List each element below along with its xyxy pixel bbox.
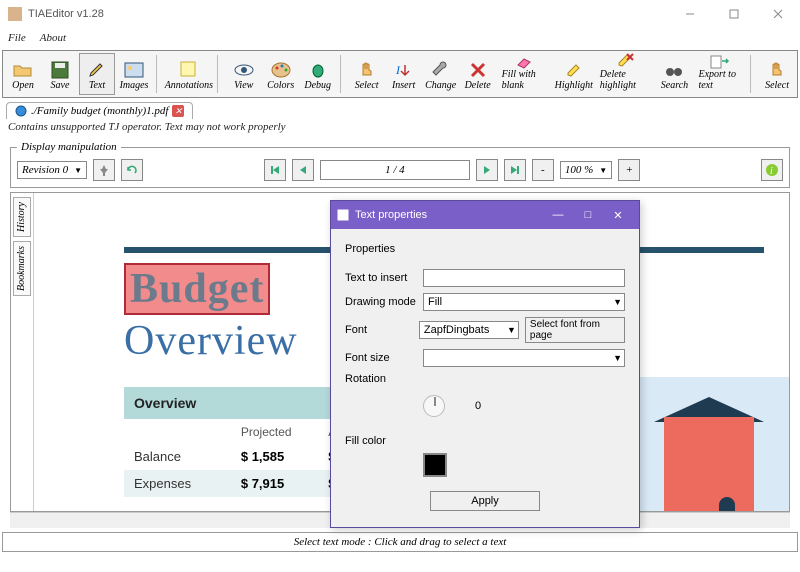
hand-icon bbox=[357, 60, 377, 80]
dialog-titlebar[interactable]: Text properties — □ ✕ bbox=[331, 201, 639, 229]
text-to-insert-label: Text to insert bbox=[345, 272, 423, 284]
eye-icon bbox=[234, 60, 254, 80]
select-font-from-page-button[interactable]: Select font from page bbox=[525, 317, 625, 343]
open-button[interactable]: Open bbox=[5, 53, 41, 95]
status-bar: Select text mode : Click and drag to sel… bbox=[2, 532, 798, 552]
export-icon bbox=[710, 53, 730, 69]
dialog-section-label: Properties bbox=[345, 243, 625, 255]
highlighted-text[interactable]: Budget bbox=[124, 263, 270, 315]
font-select[interactable]: ZapfDingbats▼ bbox=[419, 321, 519, 339]
side-tabs: History Bookmarks bbox=[11, 193, 33, 511]
save-button[interactable]: Save bbox=[42, 53, 78, 95]
dialog-close-button[interactable]: ✕ bbox=[603, 206, 633, 224]
menu-file[interactable]: File bbox=[8, 32, 26, 44]
bug-icon bbox=[308, 60, 328, 80]
next-page-button[interactable] bbox=[476, 159, 498, 181]
tab-label: ./Family budget (monthly)1.pdf bbox=[31, 105, 168, 117]
menubar: File About bbox=[0, 28, 800, 48]
eraser-icon bbox=[515, 55, 535, 69]
drawing-mode-select[interactable]: Fill▼ bbox=[423, 293, 625, 311]
svg-text:i: i bbox=[770, 166, 773, 177]
font-label: Font bbox=[345, 324, 419, 336]
svg-text:I: I bbox=[395, 63, 401, 77]
insert-button[interactable]: IInsert bbox=[386, 53, 422, 95]
window-titlebar: TIAEditor v1.28 bbox=[0, 0, 800, 28]
info-button[interactable]: i bbox=[761, 159, 783, 181]
image-icon bbox=[124, 60, 144, 80]
rotation-value: 0 bbox=[475, 400, 481, 412]
change-button[interactable]: Change bbox=[423, 53, 459, 95]
view-button[interactable]: View bbox=[226, 53, 262, 95]
pin-button[interactable] bbox=[93, 159, 115, 181]
note-icon bbox=[179, 60, 199, 80]
dialog-minimize-button[interactable]: — bbox=[543, 206, 573, 224]
palette-icon bbox=[271, 60, 291, 80]
colors-button[interactable]: Colors bbox=[263, 53, 299, 95]
drawing-mode-label: Drawing mode bbox=[345, 296, 423, 308]
window-close-button[interactable] bbox=[756, 0, 800, 28]
highlighter-icon bbox=[564, 60, 584, 80]
globe-icon bbox=[15, 105, 27, 117]
fill-color-label: Fill color bbox=[345, 435, 423, 447]
text-button[interactable]: Text bbox=[79, 53, 115, 95]
debug-button[interactable]: Debug bbox=[300, 53, 336, 95]
illustration bbox=[624, 377, 789, 511]
pencil-icon bbox=[87, 60, 107, 80]
apply-button[interactable]: Apply bbox=[430, 491, 540, 511]
text-to-insert-input[interactable] bbox=[423, 269, 625, 287]
search-button[interactable]: Search bbox=[656, 53, 692, 95]
fill-color-swatch[interactable] bbox=[423, 453, 447, 477]
document-tabstrip: ./Family budget (monthly)1.pdf ✕ bbox=[0, 100, 800, 119]
dialog-title: Text properties bbox=[355, 209, 427, 221]
window-minimize-button[interactable] bbox=[668, 0, 712, 28]
zoom-out-button[interactable]: - bbox=[532, 159, 554, 181]
highlighter-x-icon bbox=[615, 51, 635, 69]
refresh-button[interactable] bbox=[121, 159, 143, 181]
font-size-select[interactable]: ▼ bbox=[423, 349, 625, 367]
delete-button[interactable]: Delete bbox=[460, 53, 496, 95]
hand-icon bbox=[767, 60, 787, 80]
insert-icon: I bbox=[394, 60, 414, 80]
font-size-label: Font size bbox=[345, 352, 423, 364]
warning-message: Contains unsupported TJ operator. Text m… bbox=[0, 119, 800, 137]
dialog-icon bbox=[337, 209, 349, 221]
text-properties-dialog: Text properties — □ ✕ Properties Text to… bbox=[330, 200, 640, 528]
wrench-icon bbox=[431, 60, 451, 80]
images-button[interactable]: Images bbox=[116, 53, 152, 95]
floppy-icon bbox=[50, 60, 70, 80]
app-icon bbox=[8, 7, 22, 21]
fill-blank-button[interactable]: Fill with blank bbox=[497, 53, 553, 95]
display-manipulation-panel: Display manipulation Revision 0▼ 1 / 4 -… bbox=[10, 141, 790, 188]
menu-about[interactable]: About bbox=[40, 32, 66, 44]
export-text-button[interactable]: Export to text bbox=[693, 53, 746, 95]
annotations-button[interactable]: Annotations bbox=[165, 53, 213, 95]
display-legend: Display manipulation bbox=[17, 141, 121, 153]
folder-open-icon bbox=[13, 60, 33, 80]
delete-x-icon bbox=[468, 60, 488, 80]
first-page-button[interactable] bbox=[264, 159, 286, 181]
rotation-dial[interactable] bbox=[423, 395, 445, 417]
rotation-label: Rotation bbox=[345, 373, 423, 385]
dialog-maximize-button[interactable]: □ bbox=[573, 206, 603, 224]
prev-page-button[interactable] bbox=[292, 159, 314, 181]
delete-highlight-button[interactable]: Delete highlight bbox=[595, 53, 656, 95]
last-page-button[interactable] bbox=[504, 159, 526, 181]
bookmarks-tab[interactable]: Bookmarks bbox=[13, 241, 31, 296]
document-tab[interactable]: ./Family budget (monthly)1.pdf ✕ bbox=[6, 102, 193, 119]
revision-select[interactable]: Revision 0▼ bbox=[17, 161, 87, 179]
zoom-in-button[interactable]: + bbox=[618, 159, 640, 181]
history-tab[interactable]: History bbox=[13, 197, 31, 237]
window-title: TIAEditor v1.28 bbox=[28, 8, 104, 20]
highlight-button[interactable]: Highlight bbox=[554, 53, 594, 95]
tab-close-button[interactable]: ✕ bbox=[172, 105, 184, 117]
binoculars-icon bbox=[664, 60, 684, 80]
page-indicator[interactable]: 1 / 4 bbox=[320, 160, 470, 180]
main-toolbar: Open Save Text Images Annotations View C… bbox=[2, 50, 798, 98]
select2-button[interactable]: Select bbox=[759, 53, 795, 95]
window-maximize-button[interactable] bbox=[712, 0, 756, 28]
select-button[interactable]: Select bbox=[349, 53, 385, 95]
zoom-select[interactable]: 100 %▼ bbox=[560, 161, 612, 179]
